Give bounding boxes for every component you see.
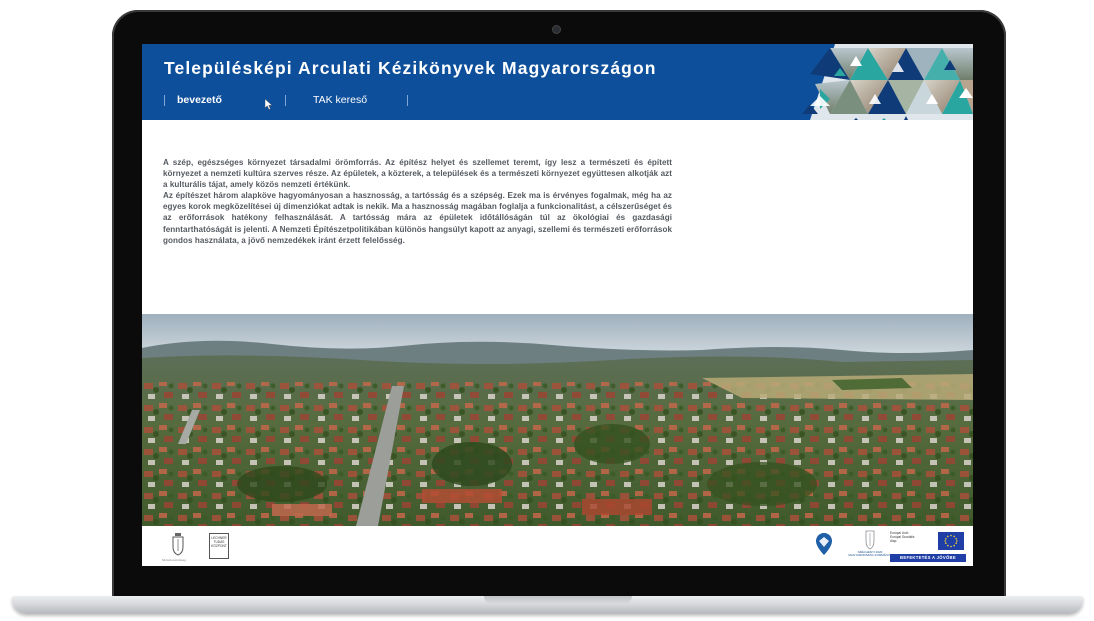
eu-flag-icon [938, 532, 964, 550]
intro-text: A szép, egészséges környezet társadalmi … [163, 157, 672, 246]
nav-item-tak-kereso[interactable]: TAK kereső [313, 94, 367, 106]
intro-paragraph: Az építészet három alapköve hagyományosa… [163, 191, 672, 245]
caption-line: MAGYARORSZÁG KORMÁNYA [848, 553, 892, 558]
government-logo-icon [865, 530, 875, 550]
site-header: Településképi Arculati Kézikönyvek Magya… [142, 44, 973, 120]
logo-line: KÖZPONT [211, 543, 227, 548]
footer-logos: Miniszterelnökség LECHNER TUDÁS KÖZPONT … [142, 526, 973, 566]
eu-funding-logo: Európai Unió Európai Szociális Alap BEFE… [890, 531, 966, 563]
webcam-icon [553, 26, 560, 33]
aerial-town-photo [142, 314, 973, 526]
eu-slogan-bar: BEFEKTETÉS A JÖVŐBE [890, 554, 966, 562]
header-photo-mosaic [670, 44, 973, 120]
eu-text: Európai Unió Európai Szociális Alap [890, 531, 934, 543]
nav-item-bevezeto[interactable]: bevezető [177, 94, 222, 106]
laptop-notch [484, 596, 632, 604]
lechner-logo: LECHNER TUDÁS KÖZPONT [209, 533, 229, 559]
nav-divider [285, 95, 286, 106]
eu-text-line: Alap [890, 539, 897, 543]
intro-paragraph: A szép, egészséges környezet társadalmi … [163, 158, 672, 190]
crest-caption: Miniszterelnökség [162, 558, 187, 562]
map-pin-icon [816, 533, 832, 555]
government-caption: SZÉCHENYI 2020 MAGYARORSZÁG KORMÁNYA [846, 550, 894, 558]
mouse-cursor-icon [265, 99, 273, 110]
site-title: Településképi Arculati Kézikönyvek Magya… [164, 58, 657, 78]
nav-divider [164, 95, 165, 106]
screen: Településképi Arculati Kézikönyvek Magya… [142, 44, 973, 566]
hungarian-crest-icon [172, 533, 184, 556]
nav-divider [407, 95, 408, 106]
